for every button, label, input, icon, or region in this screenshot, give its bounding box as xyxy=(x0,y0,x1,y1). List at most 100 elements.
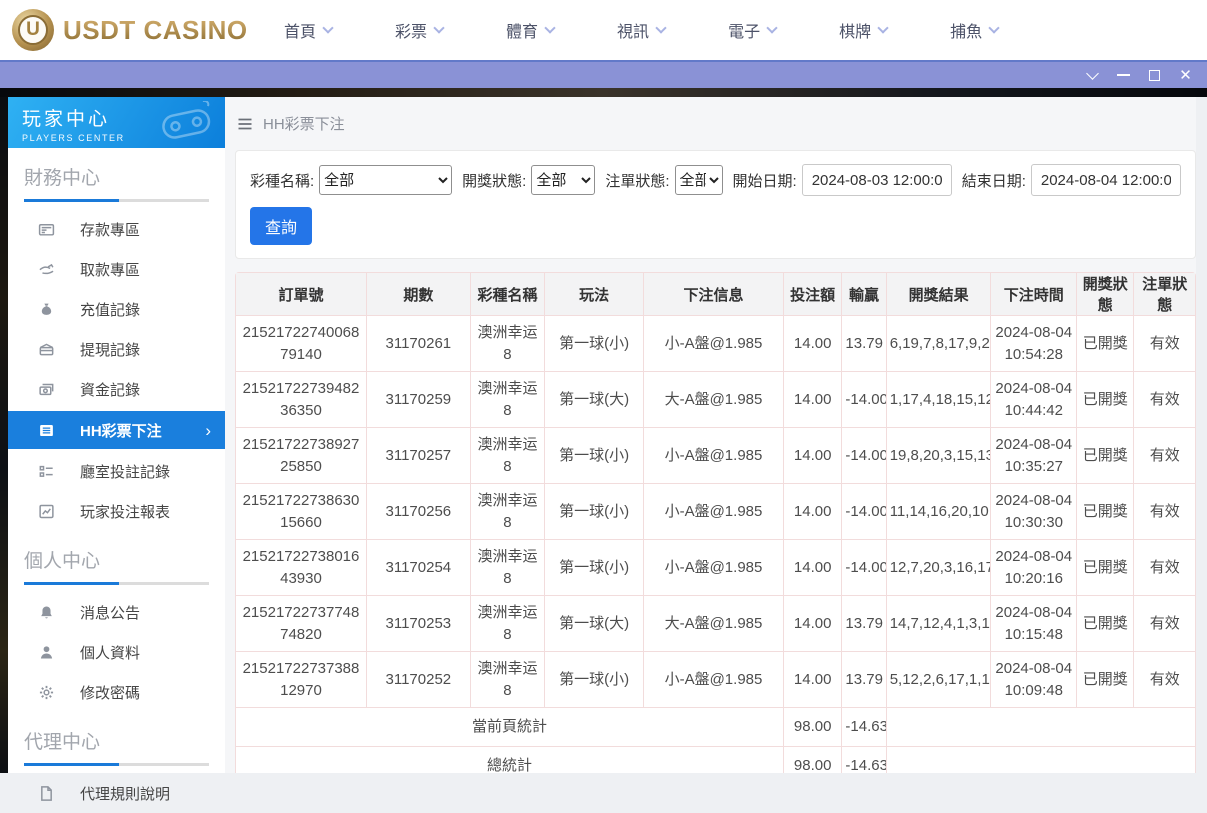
cell-play: 第一球(小) xyxy=(544,651,644,708)
cell-result: 12,7,20,3,16,17,11,5 xyxy=(885,539,992,596)
nav-item-video[interactable]: 視訊 xyxy=(617,18,667,42)
cell-order_status: 有效 xyxy=(1133,595,1196,652)
sidebar-item-label: 玩家投注報表 xyxy=(80,503,171,521)
cell-bet_amount: 14.00 xyxy=(782,595,843,652)
cell-result: 19,8,20,3,15,13,5,12 xyxy=(885,427,992,484)
sidebar-item-label: 廳室投註記錄 xyxy=(80,463,171,481)
sidebar-item-recharge-records[interactable]: 充值記錄 xyxy=(8,289,225,329)
breadcrumb: HH彩票下注 xyxy=(225,97,1196,147)
start-date-input[interactable] xyxy=(801,164,952,196)
wallet-icon xyxy=(37,340,55,358)
sidebar-item-withdrawal-records[interactable]: 提現記錄 xyxy=(8,329,225,369)
sidebar-item-change-password[interactable]: 修改密碼 xyxy=(8,672,225,712)
cell-order_no: 2152172273801643930 xyxy=(235,539,367,596)
cell-result: 6,19,7,8,17,9,20,2 xyxy=(885,315,992,372)
sidebar-item-announcements[interactable]: 消息公告 xyxy=(8,592,225,632)
cell-order_no: 2152172273948236350 xyxy=(235,371,367,428)
sidebar-item-hh-lottery-bets[interactable]: HH彩票下注 › xyxy=(8,411,225,449)
table-row: 2152172273892725850 31170257 澳洲幸运8 第一球(小) 小-… xyxy=(235,427,1196,484)
cell-bet_time: 2024-08-04 10:54:28 xyxy=(990,315,1078,372)
gear-icon xyxy=(37,683,55,701)
hamburger-menu-icon[interactable] xyxy=(237,116,253,132)
table-row: 2152172273801643930 31170254 澳洲幸运8 第一球(小) 小-… xyxy=(235,539,1196,596)
end-date-input[interactable] xyxy=(1030,164,1181,196)
nav-item-label: 體育 xyxy=(506,24,539,41)
cell-period: 31170259 xyxy=(365,371,471,428)
nav-item-boardgames[interactable]: 棋牌 xyxy=(839,18,889,42)
nav-item-fishing[interactable]: 捕魚 xyxy=(950,18,1000,42)
close-button[interactable]: ✕ xyxy=(1170,61,1201,89)
cell-bet_time: 2024-08-04 10:30:30 xyxy=(990,483,1078,540)
sidebar-sections: 財務中心存款專區取款專區充值記錄 提現記錄 資金記錄 HH彩票下注 › 廳室投註記錄 玩家投… xyxy=(8,148,225,813)
usdt-casino-logo[interactable]: U USDT CASINO xyxy=(0,9,247,51)
draw-status-select[interactable]: 全部 xyxy=(531,165,596,195)
cell-order_no: 2152172273774874820 xyxy=(235,595,367,652)
moneybag-icon xyxy=(37,300,55,318)
page-title: HH彩票下注 xyxy=(263,116,345,133)
summary-label: 當前頁統計 xyxy=(235,707,784,747)
list-icon xyxy=(37,421,55,439)
chevron-right-icon: › xyxy=(205,420,211,440)
cell-draw_status: 已開獎 xyxy=(1076,539,1135,596)
cell-bet_amount: 14.00 xyxy=(782,315,843,372)
cell-lottery_name: 澳洲幸运8 xyxy=(469,651,546,708)
sidebar-item-room-bet-records[interactable]: 廳室投註記錄 xyxy=(8,451,225,491)
document-icon xyxy=(37,784,55,802)
summary-row-total: 總統計 98.00 -14.63 xyxy=(235,746,1196,773)
column-header-bet_time: 下注時間 xyxy=(990,272,1078,316)
cell-draw_status: 已開獎 xyxy=(1076,427,1135,484)
maximize-button[interactable] xyxy=(1139,61,1170,89)
column-header-period: 期數 xyxy=(365,272,471,316)
nav-item-electronic[interactable]: 電子 xyxy=(728,18,778,42)
minimize-button[interactable] xyxy=(1108,61,1139,89)
cell-order_no: 2152172273738812970 xyxy=(235,651,367,708)
cell-period: 31170254 xyxy=(365,539,471,596)
sidebar-item-withdraw-zone[interactable]: 取款專區 xyxy=(8,249,225,289)
bell-icon xyxy=(37,603,55,621)
cell-order_status: 有效 xyxy=(1133,483,1196,540)
table-row: 2152172273738812970 31170252 澳洲幸运8 第一球(小) 小-… xyxy=(235,651,1196,708)
sidebar-item-player-bet-report[interactable]: 玩家投注報表 xyxy=(8,491,225,531)
main-panel: HH彩票下注 彩種名稱: 全部 開獎狀態: 全部 注單狀態: 全部 開始日期: … xyxy=(225,97,1196,773)
sidebar-item-profile[interactable]: 個人資料 xyxy=(8,632,225,672)
cell-bet_amount: 14.00 xyxy=(782,651,843,708)
sidebar-item-label: HH彩票下注 xyxy=(80,422,162,440)
nav-item-label: 棋牌 xyxy=(839,24,872,41)
titlebar-dropdown-button[interactable] xyxy=(1077,61,1108,89)
cell-order_status: 有效 xyxy=(1133,371,1196,428)
nav-item-label: 視訊 xyxy=(617,24,650,41)
sidebar: 玩家中心 PLAYERS CENTER 財務中心 存款專區 取款專區 充值記錄 提現記錄… xyxy=(8,97,225,803)
nav-item-sports[interactable]: 體育 xyxy=(506,18,556,42)
nav-item-home[interactable]: 首頁 xyxy=(284,18,334,42)
cell-period: 31170252 xyxy=(365,651,471,708)
section-underline xyxy=(24,763,209,766)
top-navbar: U USDT CASINO 首頁 彩票 體育 視訊 電子 棋牌 捕魚 xyxy=(0,0,1207,60)
deposit-card-icon xyxy=(37,220,55,238)
cell-bet_amount: 14.00 xyxy=(782,483,843,540)
cell-bet_info: 小-A盤@1.985 xyxy=(642,539,784,596)
search-button[interactable]: 查詢 xyxy=(250,207,313,245)
column-header-play: 玩法 xyxy=(544,272,644,316)
nav-item-lottery[interactable]: 彩票 xyxy=(395,18,445,42)
summary-empty xyxy=(885,707,1196,747)
cell-win_loss: -14.00 xyxy=(841,427,887,484)
cell-win_loss: -14.00 xyxy=(841,539,887,596)
chevron-down-icon xyxy=(322,22,334,34)
cell-draw_status: 已開獎 xyxy=(1076,371,1135,428)
order-status-select[interactable]: 全部 xyxy=(674,165,723,195)
section-title: 財務中心 xyxy=(24,168,101,189)
summary-row-current-page: 當前頁統計 98.00 -14.63 xyxy=(235,707,1196,747)
summary-bet-amount: 98.00 xyxy=(782,707,843,747)
cell-order_status: 有效 xyxy=(1133,651,1196,708)
sidebar-item-agent-rules[interactable]: 代理規則說明 xyxy=(8,773,225,813)
background-strip-left xyxy=(0,97,8,773)
sidebar-item-deposit-zone[interactable]: 存款專區 xyxy=(8,209,225,249)
person-icon xyxy=(37,643,55,661)
cell-order_status: 有效 xyxy=(1133,427,1196,484)
lottery-name-select[interactable]: 全部 xyxy=(319,165,453,195)
cell-bet_amount: 14.00 xyxy=(782,539,843,596)
draw-status-label: 開獎狀態: xyxy=(462,172,527,190)
cell-win_loss: -14.00 xyxy=(841,483,887,540)
sidebar-item-label: 取款專區 xyxy=(80,261,141,279)
sidebar-item-funds-records[interactable]: 資金記錄 xyxy=(8,369,225,409)
